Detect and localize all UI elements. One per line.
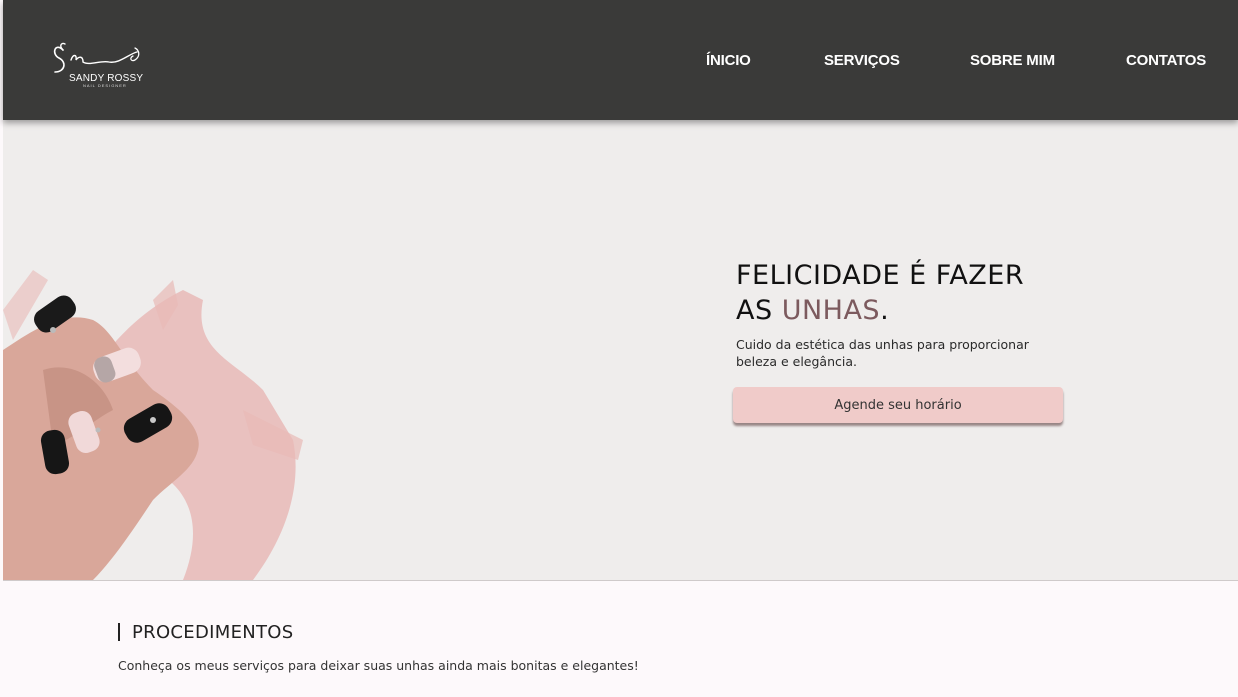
nav-sobre-mim[interactable]: SOBRE MIM — [970, 52, 1055, 69]
site-header: SANDY ROSSY NAIL DESIGNER ÍNICIO SERVIÇO… — [3, 0, 1238, 120]
hero-title-accent: UNHAS — [781, 295, 881, 326]
hero-title-line2-suffix: . — [880, 295, 890, 326]
glitter-dot — [150, 417, 156, 423]
hero-title-line1: FELICIDADE É FAZER — [736, 260, 1025, 291]
hero-title-line2-prefix: AS — [736, 295, 782, 326]
procedures-description: Conheça os meus serviços para deixar sua… — [118, 658, 639, 673]
hero-title: FELICIDADE É FAZER AS UNHAS. — [736, 258, 1024, 328]
nav-inicio[interactable]: ÍNICIO — [706, 52, 751, 69]
brand-logo[interactable]: SANDY ROSSY NAIL DESIGNER — [49, 36, 149, 88]
section-title-bar — [118, 623, 120, 641]
page: SANDY ROSSY NAIL DESIGNER ÍNICIO SERVIÇO… — [0, 0, 1238, 697]
logo-subtitle: NAIL DESIGNER — [83, 83, 127, 88]
hero-section: FELICIDADE É FAZER AS UNHAS. Cuido da es… — [3, 120, 1238, 581]
hero-description: Cuido da estética das unhas para proporc… — [736, 337, 1029, 369]
glitter-dot — [95, 427, 101, 433]
nav-servicos[interactable]: SERVIÇOS — [824, 52, 900, 69]
schedule-button[interactable]: Agende seu horário — [733, 387, 1063, 423]
manicured-hand-image — [3, 270, 303, 580]
nav-contatos[interactable]: CONTATOS — [1126, 52, 1206, 69]
glitter-dot — [50, 327, 56, 333]
procedures-title: PROCEDIMENTOS — [132, 622, 294, 643]
